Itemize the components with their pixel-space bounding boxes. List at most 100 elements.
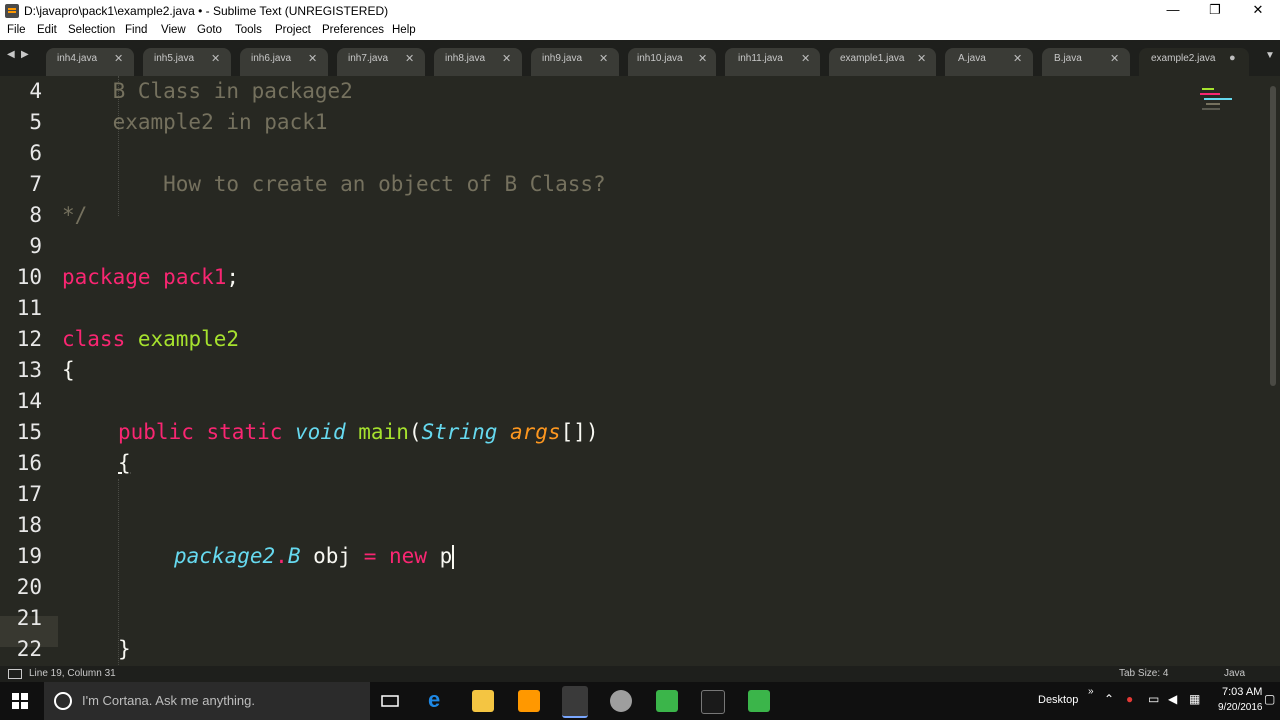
command-prompt-icon[interactable]: [701, 690, 725, 714]
tab-close-icon[interactable]: ✕: [211, 52, 220, 65]
line-number: 20: [16, 575, 42, 599]
tool-app-icon[interactable]: [610, 690, 632, 712]
menu-tools[interactable]: Tools: [235, 24, 262, 36]
tray-overflow-icon[interactable]: ⌃: [1104, 692, 1114, 706]
comment-text: example2 in pack1: [62, 110, 328, 134]
tab-inh6[interactable]: inh6.java ✕: [240, 48, 328, 76]
camtasia-recorder-icon[interactable]: [748, 690, 770, 712]
menu-view[interactable]: View: [161, 24, 186, 36]
tab-scroll-left-icon[interactable]: ◀: [7, 49, 15, 60]
volume-icon[interactable]: ◀: [1168, 692, 1177, 706]
line-number-gutter: 4 5 6 7 8 9 10 11 12 13 14 15 16 17 18 1…: [0, 76, 58, 666]
keyboard-icon[interactable]: ▦: [1189, 692, 1200, 706]
tab-close-icon[interactable]: ✕: [1110, 52, 1119, 65]
paint-app-icon[interactable]: [518, 690, 540, 712]
camtasia-icon[interactable]: [656, 690, 678, 712]
tab-overflow-icon[interactable]: ▼: [1265, 50, 1275, 61]
line-number: 5: [29, 110, 42, 134]
keyword-package: package: [62, 265, 151, 289]
minimize-button[interactable]: —: [1151, 0, 1195, 22]
tab-inh9[interactable]: inh9.java ✕: [531, 48, 619, 76]
menu-find[interactable]: Find: [125, 24, 147, 36]
minimap[interactable]: [1196, 88, 1236, 118]
toolbar-expand-icon[interactable]: »: [1088, 686, 1094, 697]
tab-close-icon[interactable]: ✕: [114, 52, 123, 65]
task-view-icon[interactable]: [381, 693, 399, 709]
keyword-new: new: [389, 544, 427, 568]
tab-label: inh9.java: [542, 53, 583, 64]
menu-goto[interactable]: Goto: [197, 24, 222, 36]
tab-close-icon[interactable]: ✕: [405, 52, 414, 65]
tab-label: B.java: [1054, 53, 1082, 64]
close-button[interactable]: ✕: [1236, 0, 1280, 22]
tab-example2[interactable]: example2.java ●: [1139, 48, 1249, 76]
line-number: 17: [16, 482, 42, 506]
line-number: 21: [16, 606, 42, 630]
menu-selection[interactable]: Selection: [68, 24, 115, 36]
desktop-toolbar-label[interactable]: Desktop: [1038, 694, 1078, 706]
panel-toggle-icon[interactable]: [8, 669, 22, 679]
keyword-class: class: [62, 327, 126, 351]
syntax-mode[interactable]: Java: [1224, 668, 1245, 679]
assign-operator: =: [363, 544, 377, 568]
tab-label: inh6.java: [251, 53, 292, 64]
menu-preferences[interactable]: Preferences: [322, 24, 384, 36]
menu-help[interactable]: Help: [392, 24, 416, 36]
tab-label: inh8.java: [445, 53, 486, 64]
file-explorer-icon[interactable]: [472, 690, 494, 712]
tab-close-icon[interactable]: ✕: [1013, 52, 1022, 65]
tab-close-icon[interactable]: ✕: [698, 52, 707, 65]
line-number: 12: [16, 327, 42, 351]
line-number: 10: [16, 265, 42, 289]
clock-time[interactable]: 7:03 AM: [1222, 686, 1262, 698]
menu-file[interactable]: File: [7, 24, 26, 36]
type-string: String: [421, 420, 498, 444]
sublime-taskbar-icon[interactable]: [562, 686, 588, 718]
edge-browser-icon[interactable]: e: [427, 687, 449, 712]
security-icon[interactable]: ●: [1126, 692, 1133, 706]
tab-inh11[interactable]: inh11.java ✕: [725, 48, 820, 76]
tab-label: inh7.java: [348, 53, 389, 64]
scrollbar-thumb[interactable]: [1270, 86, 1276, 386]
tab-inh5[interactable]: inh5.java ✕: [143, 48, 231, 76]
open-brace: {: [62, 358, 75, 382]
taskbar: I'm Cortana. Ask me anything. e Desktop …: [0, 682, 1280, 720]
code-line-4: B Class in package2: [62, 76, 353, 107]
code-line-16: {: [118, 448, 131, 479]
tab-inh4[interactable]: inh4.java ✕: [46, 48, 134, 76]
line-number: 13: [16, 358, 42, 382]
method-main: main: [358, 420, 409, 444]
vertical-scrollbar[interactable]: [1266, 76, 1280, 666]
tab-a[interactable]: A.java ✕: [945, 48, 1033, 76]
cortana-search-box[interactable]: I'm Cortana. Ask me anything.: [44, 682, 370, 720]
tab-inh10[interactable]: inh10.java ✕: [628, 48, 716, 76]
menu-bar: File Edit Selection Find View Goto Tools…: [0, 22, 1280, 40]
windows-start-icon[interactable]: [12, 693, 28, 709]
menu-edit[interactable]: Edit: [37, 24, 57, 36]
tab-label: inh4.java: [57, 53, 98, 64]
tab-size[interactable]: Tab Size: 4: [1119, 668, 1168, 679]
code-editor[interactable]: B Class in package2 example2 in pack1 Ho…: [58, 76, 1248, 689]
clock-date[interactable]: 9/20/2016: [1218, 702, 1263, 713]
open-brace: {: [118, 451, 131, 475]
code-line-12: class example2: [62, 324, 239, 355]
tab-close-icon[interactable]: ✕: [308, 52, 317, 65]
tab-close-icon[interactable]: ✕: [502, 52, 511, 65]
notifications-icon[interactable]: ▢: [1264, 692, 1275, 706]
title-bar: D:\javapro\pack1\example2.java • - Subli…: [0, 0, 1280, 22]
code-line-22: }: [118, 634, 131, 665]
tab-close-icon[interactable]: ✕: [599, 52, 608, 65]
menu-project[interactable]: Project: [275, 24, 311, 36]
tab-example1[interactable]: example1.java ✕: [829, 48, 936, 76]
line-number: 4: [29, 79, 42, 103]
tab-b[interactable]: B.java ✕: [1042, 48, 1130, 76]
tab-dirty-icon[interactable]: ●: [1229, 52, 1236, 64]
battery-icon[interactable]: ▭: [1148, 692, 1159, 706]
tab-inh7[interactable]: inh7.java ✕: [337, 48, 425, 76]
tab-close-icon[interactable]: ✕: [801, 52, 810, 65]
maximize-button[interactable]: ❐: [1193, 0, 1237, 22]
tab-inh8[interactable]: inh8.java ✕: [434, 48, 522, 76]
status-bar: Line 19, Column 31 Tab Size: 4 Java: [0, 666, 1280, 682]
tab-close-icon[interactable]: ✕: [917, 52, 926, 65]
tab-scroll-right-icon[interactable]: ▶: [21, 49, 29, 60]
